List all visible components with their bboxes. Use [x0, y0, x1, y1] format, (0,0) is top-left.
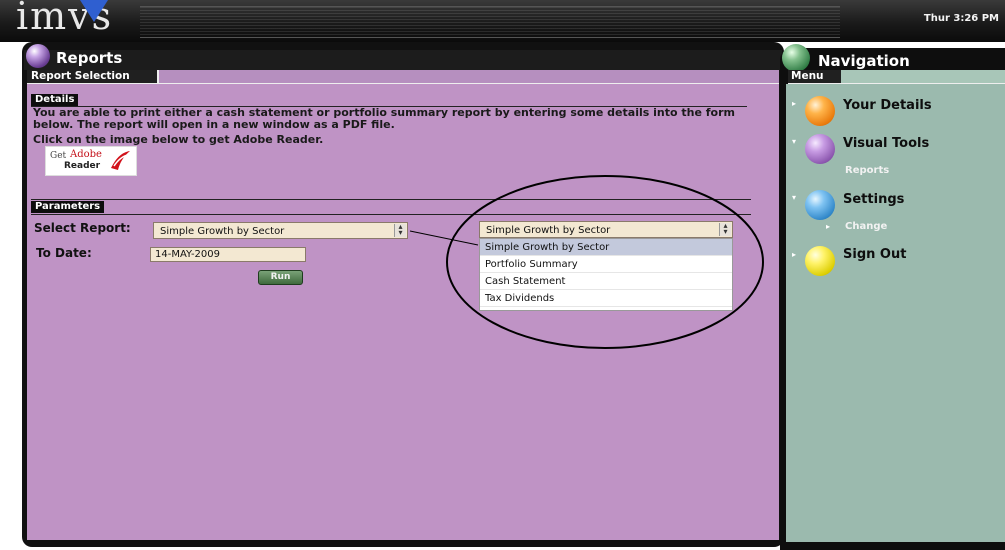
run-button[interactable]: Run	[258, 270, 303, 285]
nav-bullet-icon: ▸	[792, 99, 797, 108]
reports-orb-icon	[26, 44, 50, 68]
nav-subitem-change[interactable]: Change	[845, 221, 887, 232]
select-report-label: Select Report:	[34, 221, 131, 235]
reports-header	[24, 50, 782, 70]
option-portfolio-summary[interactable]: Portfolio Summary	[480, 256, 732, 273]
adobe-reader-text: Reader	[64, 161, 101, 171]
adobe-note: Click on the image below to get Adobe Re…	[33, 133, 324, 146]
option-tax-dividends[interactable]: Tax Dividends	[480, 290, 732, 307]
nav-bullet-icon: ▸	[792, 250, 797, 259]
get-adobe-reader-link[interactable]: Get Adobe Reader	[45, 146, 137, 176]
navigation-title: Navigation	[818, 52, 910, 70]
nav-expanded-icon: ▾	[792, 193, 797, 202]
select-updown-icon: ▴ ▾	[394, 223, 406, 237]
zoom-select-updown-icon: ▴ ▾	[719, 222, 731, 236]
nav-menu-tag: Menu	[788, 70, 841, 83]
parameters-heading: Parameters	[31, 201, 105, 213]
parameters-rule	[31, 199, 751, 200]
sign-out-orb-icon[interactable]	[805, 246, 835, 276]
details-text: You are able to print either a cash stat…	[33, 106, 735, 131]
tab-report-selection[interactable]: Report Selection	[27, 70, 159, 83]
logo[interactable]: imvs	[0, 0, 150, 42]
top-bar-stripes	[140, 6, 840, 38]
nav-item-settings[interactable]: Settings	[843, 192, 904, 207]
option-cash-statement[interactable]: Cash Statement	[480, 273, 732, 290]
clock: Thur 3:26 PM	[923, 13, 999, 24]
zoom-select-report-dropdown[interactable]: Simple Growth by Sector ▴ ▾	[479, 221, 733, 238]
adobe-brand-text: Adobe	[70, 149, 102, 160]
nav-item-your-details[interactable]: Your Details	[843, 98, 932, 113]
your-details-orb-icon[interactable]	[805, 96, 835, 126]
nav-item-visual-tools[interactable]: Visual Tools	[843, 136, 929, 151]
zoom-select-value: Simple Growth by Sector	[486, 225, 611, 236]
nav-expanded-icon: ▾	[792, 137, 797, 146]
top-bar	[0, 0, 1005, 42]
report-options-list: Simple Growth by Sector Portfolio Summar…	[479, 238, 733, 311]
option-simple-growth-by-sector[interactable]: Simple Growth by Sector	[480, 239, 732, 256]
logo-triangle-icon	[80, 0, 108, 22]
select-report-dropdown[interactable]: Simple Growth by Sector ▴ ▾	[153, 222, 408, 239]
reports-title: Reports	[56, 49, 123, 67]
adobe-reader-icon	[111, 151, 130, 170]
parameters-rule-bottom	[31, 214, 751, 215]
adobe-get-text: Get	[50, 151, 67, 161]
to-date-label: To Date:	[36, 246, 92, 260]
nav-sub-bullet-icon: ▸	[826, 222, 831, 231]
reports-content	[27, 84, 779, 540]
select-report-value: Simple Growth by Sector	[160, 226, 285, 237]
nav-item-sign-out[interactable]: Sign Out	[843, 247, 906, 262]
to-date-field[interactable]: 14-MAY-2009	[150, 247, 306, 262]
visual-tools-orb-icon[interactable]	[805, 134, 835, 164]
navigation-orb-icon	[782, 44, 810, 72]
settings-orb-icon[interactable]	[805, 190, 835, 220]
details-heading: Details	[31, 94, 79, 106]
nav-subitem-reports[interactable]: Reports	[845, 165, 889, 176]
